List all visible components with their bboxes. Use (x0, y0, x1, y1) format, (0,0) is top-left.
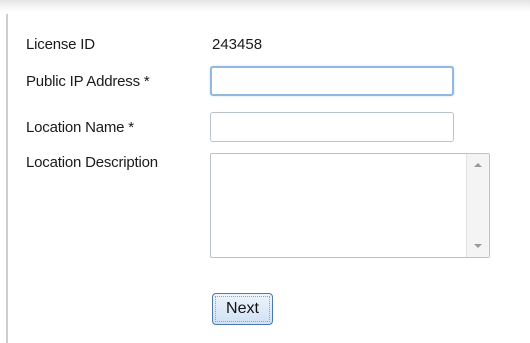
scroll-up-arrow-icon[interactable] (467, 156, 489, 174)
top-shadow-divider (0, 0, 530, 12)
description-scrollbar[interactable] (466, 154, 489, 257)
location-description-textarea[interactable] (211, 154, 467, 257)
license-id-value: 243458 (212, 36, 263, 53)
next-button-label: Next (215, 296, 270, 322)
location-name-label: Location Name * (26, 119, 134, 136)
location-name-field[interactable] (210, 112, 454, 142)
public-ip-field[interactable] (210, 66, 454, 96)
license-form-page: License ID 243458 Public IP Address * Lo… (0, 0, 530, 343)
location-description-container (210, 153, 490, 258)
next-button[interactable]: Next (212, 293, 273, 325)
public-ip-label: Public IP Address * (26, 73, 150, 90)
scroll-down-arrow-icon[interactable] (467, 237, 489, 255)
license-id-label: License ID (26, 36, 95, 53)
location-description-label: Location Description (26, 154, 158, 171)
